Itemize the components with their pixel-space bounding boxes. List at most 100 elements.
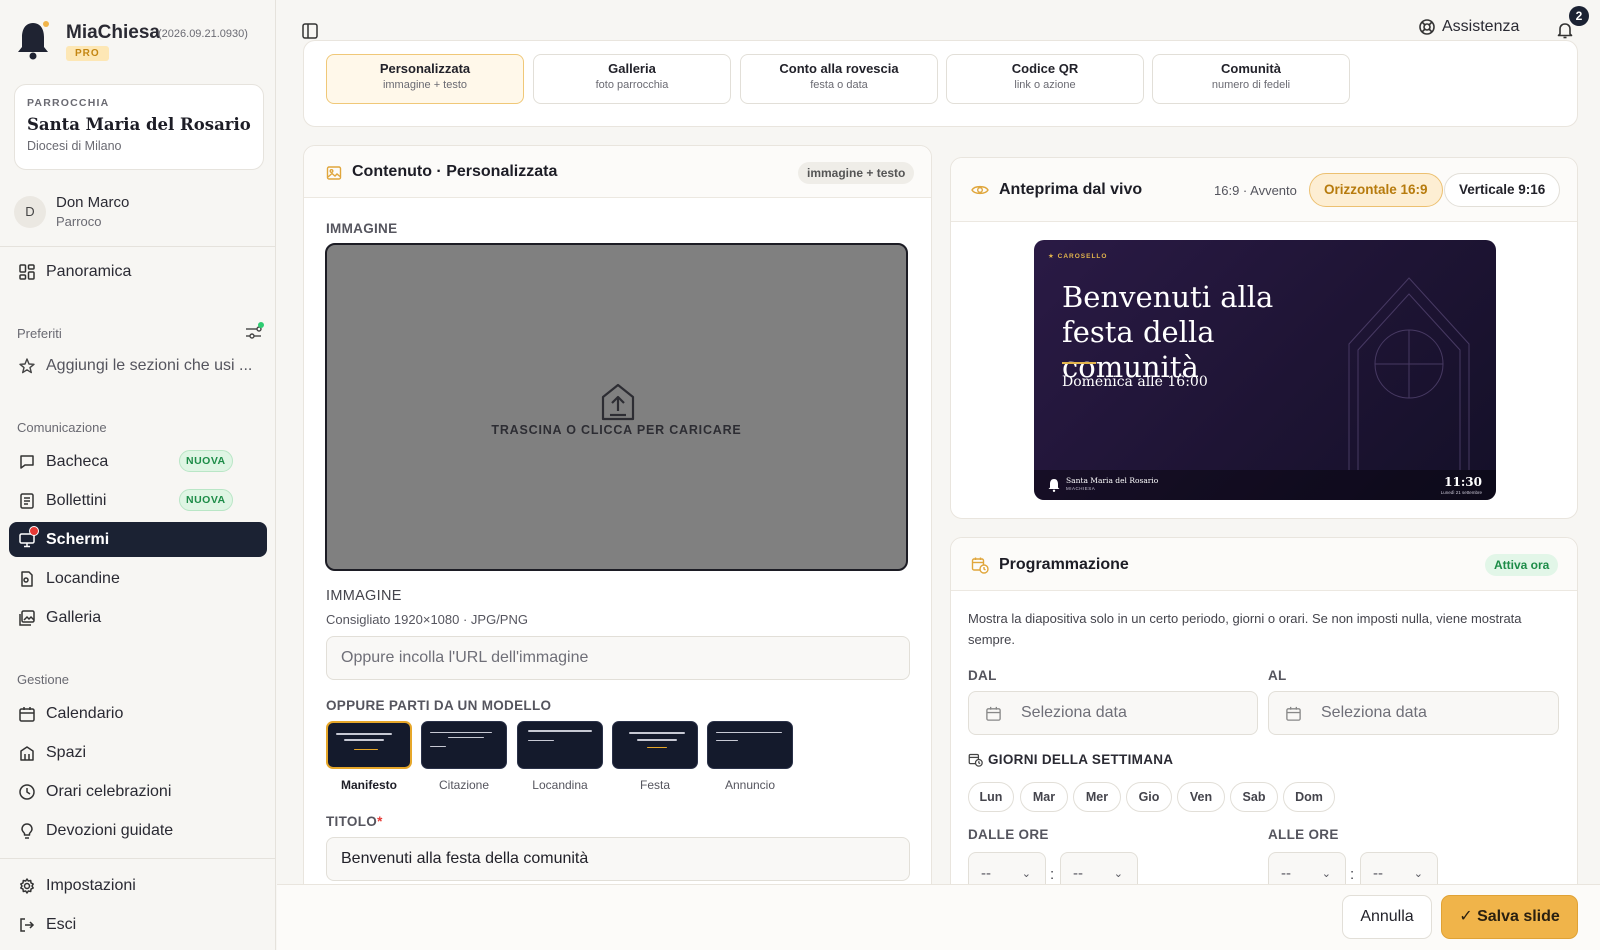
save-button[interactable]: ✓ Salva slide (1441, 895, 1578, 939)
save-button-label: Salva slide (1477, 908, 1560, 925)
content-title: Contenuto · Personalizzata (352, 163, 558, 180)
slide-footer-app: MIACHIESA (1066, 486, 1096, 491)
to-date-input[interactable]: Seleziona data (1268, 691, 1559, 735)
nav-esci[interactable]: Esci (9, 907, 267, 942)
nav-orari[interactable]: Orari celebrazioni (9, 774, 267, 809)
help-button[interactable]: Assistenza (1418, 18, 1519, 36)
to-hour-value: -- (1281, 865, 1291, 882)
parish-card[interactable]: PARROCCHIA Santa Maria del Rosario Dioce… (14, 84, 264, 170)
calendar-icon (19, 706, 35, 722)
notifications-button[interactable]: 2 (1555, 6, 1589, 42)
favorites-hint-label: Aggiungi le sezioni che usi ... (46, 356, 253, 374)
nav-schermi[interactable]: Schermi (9, 522, 267, 557)
nav-impostazioni[interactable]: Impostazioni (9, 868, 267, 903)
slide-subtitle: Domenica alle 16:00 (1062, 374, 1208, 390)
orientation-horizontal[interactable]: Orizzontale 16:9 (1309, 173, 1443, 207)
thumb-line (528, 740, 554, 741)
nav-spazi[interactable]: Spazi (9, 735, 267, 770)
template-annuncio[interactable] (707, 721, 793, 769)
newspaper-icon (20, 492, 34, 509)
from-date-input[interactable]: Seleziona data (968, 691, 1258, 735)
nav-spazi-label: Spazi (46, 743, 87, 761)
day-ven[interactable]: Ven (1177, 782, 1225, 812)
thumb-line (344, 739, 384, 741)
bell-logo-icon (18, 21, 49, 60)
content-panel-header: Contenuto · Personalizzata immagine + te… (304, 146, 931, 198)
gear-icon (20, 877, 34, 894)
new-badge: NUOVA (179, 450, 233, 472)
nav-esci-label: Esci (46, 915, 77, 933)
nav-locandine-label: Locandine (46, 569, 120, 587)
slide-kicker: ★ CAROSELLO (1048, 253, 1108, 260)
from-date-label: DAL (968, 668, 997, 683)
lightbulb-icon (21, 822, 33, 839)
sliders-icon[interactable] (244, 322, 264, 342)
thumb-line (647, 747, 667, 748)
template-label-citazione: Citazione (438, 778, 490, 792)
template-festa[interactable] (612, 721, 698, 769)
type-subtitle: festa o data (810, 79, 868, 91)
image-url-input[interactable]: Oppure incolla l'URL dell'immagine (326, 636, 910, 680)
slide-rule (1062, 362, 1096, 364)
schedule-title: Programmazione (999, 556, 1129, 573)
plan-badge: PRO (66, 46, 109, 61)
eye-icon (971, 185, 989, 195)
image-dropzone[interactable]: TRASCINA O CLICCA PER CARICARE (325, 243, 908, 571)
calendar-icon (986, 706, 1001, 721)
day-gio[interactable]: Gio (1126, 782, 1172, 812)
thumb-line (629, 732, 685, 734)
clock-icon (19, 783, 35, 800)
avatar: D (14, 196, 46, 228)
type-title: Conto alla rovescia (779, 61, 899, 76)
divider (0, 246, 276, 247)
type-personalizzata[interactable]: Personalizzata immagine + testo (326, 54, 524, 104)
type-subtitle: link o azione (1014, 79, 1076, 91)
template-citazione[interactable] (421, 721, 507, 769)
cancel-button[interactable]: Annulla (1342, 895, 1432, 939)
to-time-label: ALLE ORE (1268, 827, 1339, 842)
brand[interactable]: MiaChiesa (2026.09.21.0930) PRO (16, 18, 266, 66)
day-sab[interactable]: Sab (1230, 782, 1278, 812)
nav-overview[interactable]: Panoramica (9, 254, 267, 289)
type-comunita[interactable]: Comunità numero di fedeli (1152, 54, 1350, 104)
template-label-annuncio: Annuncio (724, 778, 776, 792)
orientation-vertical[interactable]: Verticale 9:16 (1444, 173, 1561, 207)
nav-schermi-label: Schermi (46, 530, 110, 548)
nav-impostazioni-label: Impostazioni (46, 876, 136, 894)
type-galleria[interactable]: Galleria foto parrocchia (533, 54, 731, 104)
from-minute-value: -- (1073, 865, 1083, 882)
day-dom[interactable]: Dom (1283, 782, 1335, 812)
slide-preview: ★ CAROSELLO Benvenuti alla festa della c… (1034, 240, 1496, 500)
title-input[interactable]: Benvenuti alla festa della comunità (326, 837, 910, 881)
type-countdown[interactable]: Conto alla rovescia festa o data (740, 54, 938, 104)
template-label-manifesto: Manifesto (340, 778, 397, 792)
nav-devozioni[interactable]: Devozioni guidate (9, 813, 267, 848)
day-mer[interactable]: Mer (1073, 782, 1121, 812)
template-manifesto[interactable] (326, 721, 412, 769)
schedule-description: Mostra la diapositiva solo in un certo p… (968, 611, 1522, 647)
type-title: Comunità (1221, 61, 1281, 76)
nav-locandine[interactable]: Locandine (9, 561, 267, 596)
nav-bollettini[interactable]: Bollettini NUOVA (9, 483, 267, 518)
template-locandina[interactable] (517, 721, 603, 769)
nav-favorites-hint[interactable]: Aggiungi le sezioni che usi ... (9, 348, 267, 383)
type-qr[interactable]: Codice QR link o azione (946, 54, 1144, 104)
calendar-clock-icon (971, 557, 989, 574)
nav-bollettini-label: Bollettini (46, 491, 107, 509)
time-separator: : (1050, 866, 1055, 883)
thumb-line (430, 732, 492, 733)
nav-galleria[interactable]: Galleria (9, 600, 267, 635)
content-tag: immagine + testo (798, 162, 915, 184)
sidebar-toggle-icon[interactable] (301, 22, 319, 40)
notification-count: 2 (1569, 6, 1589, 26)
help-label: Assistenza (1442, 18, 1520, 35)
nav-bacheca[interactable]: Bacheca NUOVA (9, 444, 267, 479)
file-icon (21, 570, 33, 587)
schedule-panel-header: Programmazione Attiva ora (951, 538, 1577, 591)
day-mar[interactable]: Mar (1020, 782, 1068, 812)
template-label: OPPURE PARTI DA UN MODELLO (326, 698, 552, 713)
user-profile[interactable]: D Don Marco Parroco (14, 190, 264, 234)
to-date-placeholder: Seleziona data (1321, 704, 1427, 721)
nav-calendario[interactable]: Calendario (9, 696, 267, 731)
day-lun[interactable]: Lun (968, 782, 1014, 812)
